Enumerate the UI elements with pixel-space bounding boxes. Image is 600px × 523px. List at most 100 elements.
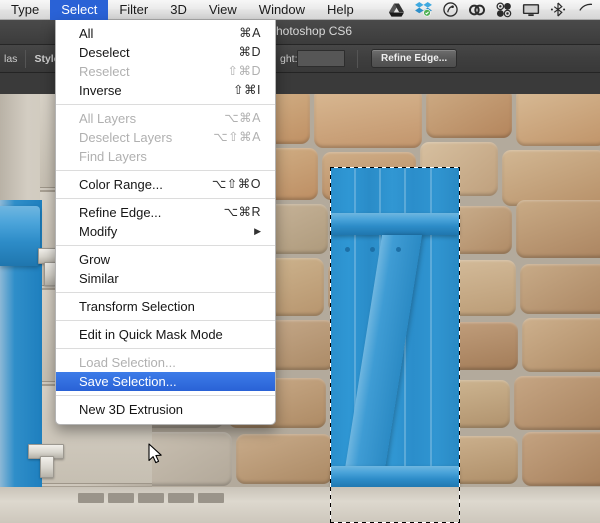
menu-3d[interactable]: 3D <box>159 0 198 20</box>
vent-slot <box>138 493 164 503</box>
mouse-cursor <box>148 443 164 470</box>
refine-edge-button[interactable]: Refine Edge... <box>371 49 458 68</box>
menu-item-save-selection[interactable]: Save Selection... <box>56 372 275 391</box>
menu-item-find-layers: Find Layers <box>56 147 275 166</box>
os-menu-bar: Type Select Filter 3D View Window Help <box>0 0 600 20</box>
menu-item-all-layers: All Layers ⌥⌘A <box>56 109 275 128</box>
stone-block <box>502 150 600 206</box>
menu-item-label: Deselect <box>79 45 130 60</box>
vent-slot <box>108 493 134 503</box>
stone-block <box>426 94 512 138</box>
stone-block <box>314 94 422 148</box>
menu-item-deselect-layers: Deselect Layers ⌥⇧⌘A <box>56 128 275 147</box>
menu-separator <box>56 198 275 199</box>
system-status-icons <box>383 0 600 20</box>
menu-window[interactable]: Window <box>248 0 316 20</box>
menu-separator <box>56 292 275 293</box>
menu-item-color-range[interactable]: Color Range... ⌥⇧⌘O <box>56 175 275 194</box>
menu-help[interactable]: Help <box>316 0 365 20</box>
wacom-icon[interactable] <box>437 0 463 20</box>
menu-filter[interactable]: Filter <box>108 0 159 20</box>
menu-item-label: Color Range... <box>79 177 163 192</box>
menu-item-label: Inverse <box>79 83 122 98</box>
options-divider <box>25 49 27 68</box>
menu-type[interactable]: Type <box>0 0 50 20</box>
selection-marquee[interactable] <box>330 167 460 523</box>
google-drive-icon[interactable] <box>383 0 409 20</box>
menu-item-shortcut: ⌥⇧⌘A <box>213 130 261 144</box>
menu-item-all[interactable]: All ⌘A <box>56 24 275 43</box>
menu-item-deselect[interactable]: Deselect ⌘D <box>56 43 275 62</box>
menu-item-load-selection: Load Selection... <box>56 353 275 372</box>
marquee-edge-right <box>459 167 460 523</box>
menu-item-label: Refine Edge... <box>79 205 162 220</box>
menu-item-grow[interactable]: Grow <box>56 250 275 269</box>
menu-item-label: New 3D Extrusion <box>79 402 184 417</box>
colorsync-icon[interactable] <box>491 0 517 20</box>
menu-item-label: All Layers <box>79 111 137 126</box>
height-label: ght: <box>280 52 298 65</box>
options-divider-2 <box>357 49 358 68</box>
stone-block <box>522 432 600 486</box>
menu-item-label: Modify <box>79 224 118 239</box>
vent-slot <box>78 493 104 503</box>
concrete-ledge <box>0 487 600 523</box>
menu-item-shortcut: ⌘D <box>238 45 261 59</box>
creative-cloud-icon[interactable] <box>464 0 490 20</box>
menu-item-label: Edit in Quick Mask Mode <box>79 327 223 342</box>
menu-select[interactable]: Select <box>50 0 109 20</box>
marquee-edge-top <box>330 167 460 168</box>
height-input[interactable] <box>297 50 345 67</box>
menu-item-new-3d-extrusion[interactable]: New 3D Extrusion <box>56 400 275 419</box>
menu-separator <box>56 348 275 349</box>
menu-item-modify[interactable]: Modify ▶ <box>56 222 275 241</box>
menu-item-label: Similar <box>79 271 119 286</box>
menu-item-label: Grow <box>79 252 111 267</box>
stone-block <box>516 200 600 258</box>
menu-item-shortcut: ⌘A <box>239 26 261 40</box>
display-icon[interactable] <box>518 0 544 20</box>
menu-item-shortcut: ⇧⌘D <box>227 64 261 78</box>
menu-item-shortcut: ⌥⌘A <box>224 111 261 125</box>
stone-block <box>236 434 332 484</box>
screenshot-root: Photoshop CS6 las Style: ght: Refine Edg… <box>0 0 600 523</box>
menu-separator <box>56 245 275 246</box>
antialias-label: las <box>4 52 18 65</box>
menu-item-shortcut: ⇧⌘I <box>233 83 261 97</box>
menu-item-similar[interactable]: Similar <box>56 269 275 288</box>
stone-block <box>520 264 600 314</box>
menu-item-label: Reselect <box>79 64 130 79</box>
menu-item-label: Find Layers <box>79 149 147 164</box>
menu-item-transform-selection[interactable]: Transform Selection <box>56 297 275 316</box>
menu-item-shortcut: ⌥⌘R <box>223 205 261 219</box>
menu-item-shortcut: ⌥⇧⌘O <box>211 177 261 191</box>
menu-item-label: Save Selection... <box>79 374 177 389</box>
menu-item-refine-edge[interactable]: Refine Edge... ⌥⌘R <box>56 203 275 222</box>
menu-separator <box>56 395 275 396</box>
vent-slot <box>168 493 194 503</box>
menu-item-label: All <box>79 26 94 41</box>
vent-slot <box>198 493 224 503</box>
menu-item-reselect: Reselect ⇧⌘D <box>56 62 275 81</box>
menu-separator <box>56 104 275 105</box>
stone-block <box>514 376 600 430</box>
menu-item-label: Load Selection... <box>79 355 176 370</box>
shutter-left-crossbar <box>0 206 40 266</box>
bluetooth-trackpad-icon[interactable] <box>545 0 571 20</box>
stone-block <box>522 318 600 372</box>
select-menu-dropdown[interactable]: All ⌘A Deselect ⌘D Reselect ⇧⌘D Inverse … <box>55 20 276 425</box>
menu-item-label: Deselect Layers <box>79 130 173 145</box>
menu-item-inverse[interactable]: Inverse ⇧⌘I <box>56 81 275 100</box>
stone-block <box>516 94 600 146</box>
menu-item-edit-quick-mask[interactable]: Edit in Quick Mask Mode <box>56 325 275 344</box>
menu-bar-items: Type Select Filter 3D View Window Help <box>0 0 365 20</box>
menu-view[interactable]: View <box>198 0 248 20</box>
menu-separator <box>56 170 275 171</box>
marquee-edge-left <box>330 167 331 523</box>
hinge-left-lower-pin <box>40 456 54 478</box>
submenu-arrow-icon: ▶ <box>254 226 261 236</box>
wifi-icon[interactable] <box>572 0 598 20</box>
menu-separator <box>56 320 275 321</box>
menu-item-label: Transform Selection <box>79 299 195 314</box>
dropbox-icon[interactable] <box>410 0 436 20</box>
